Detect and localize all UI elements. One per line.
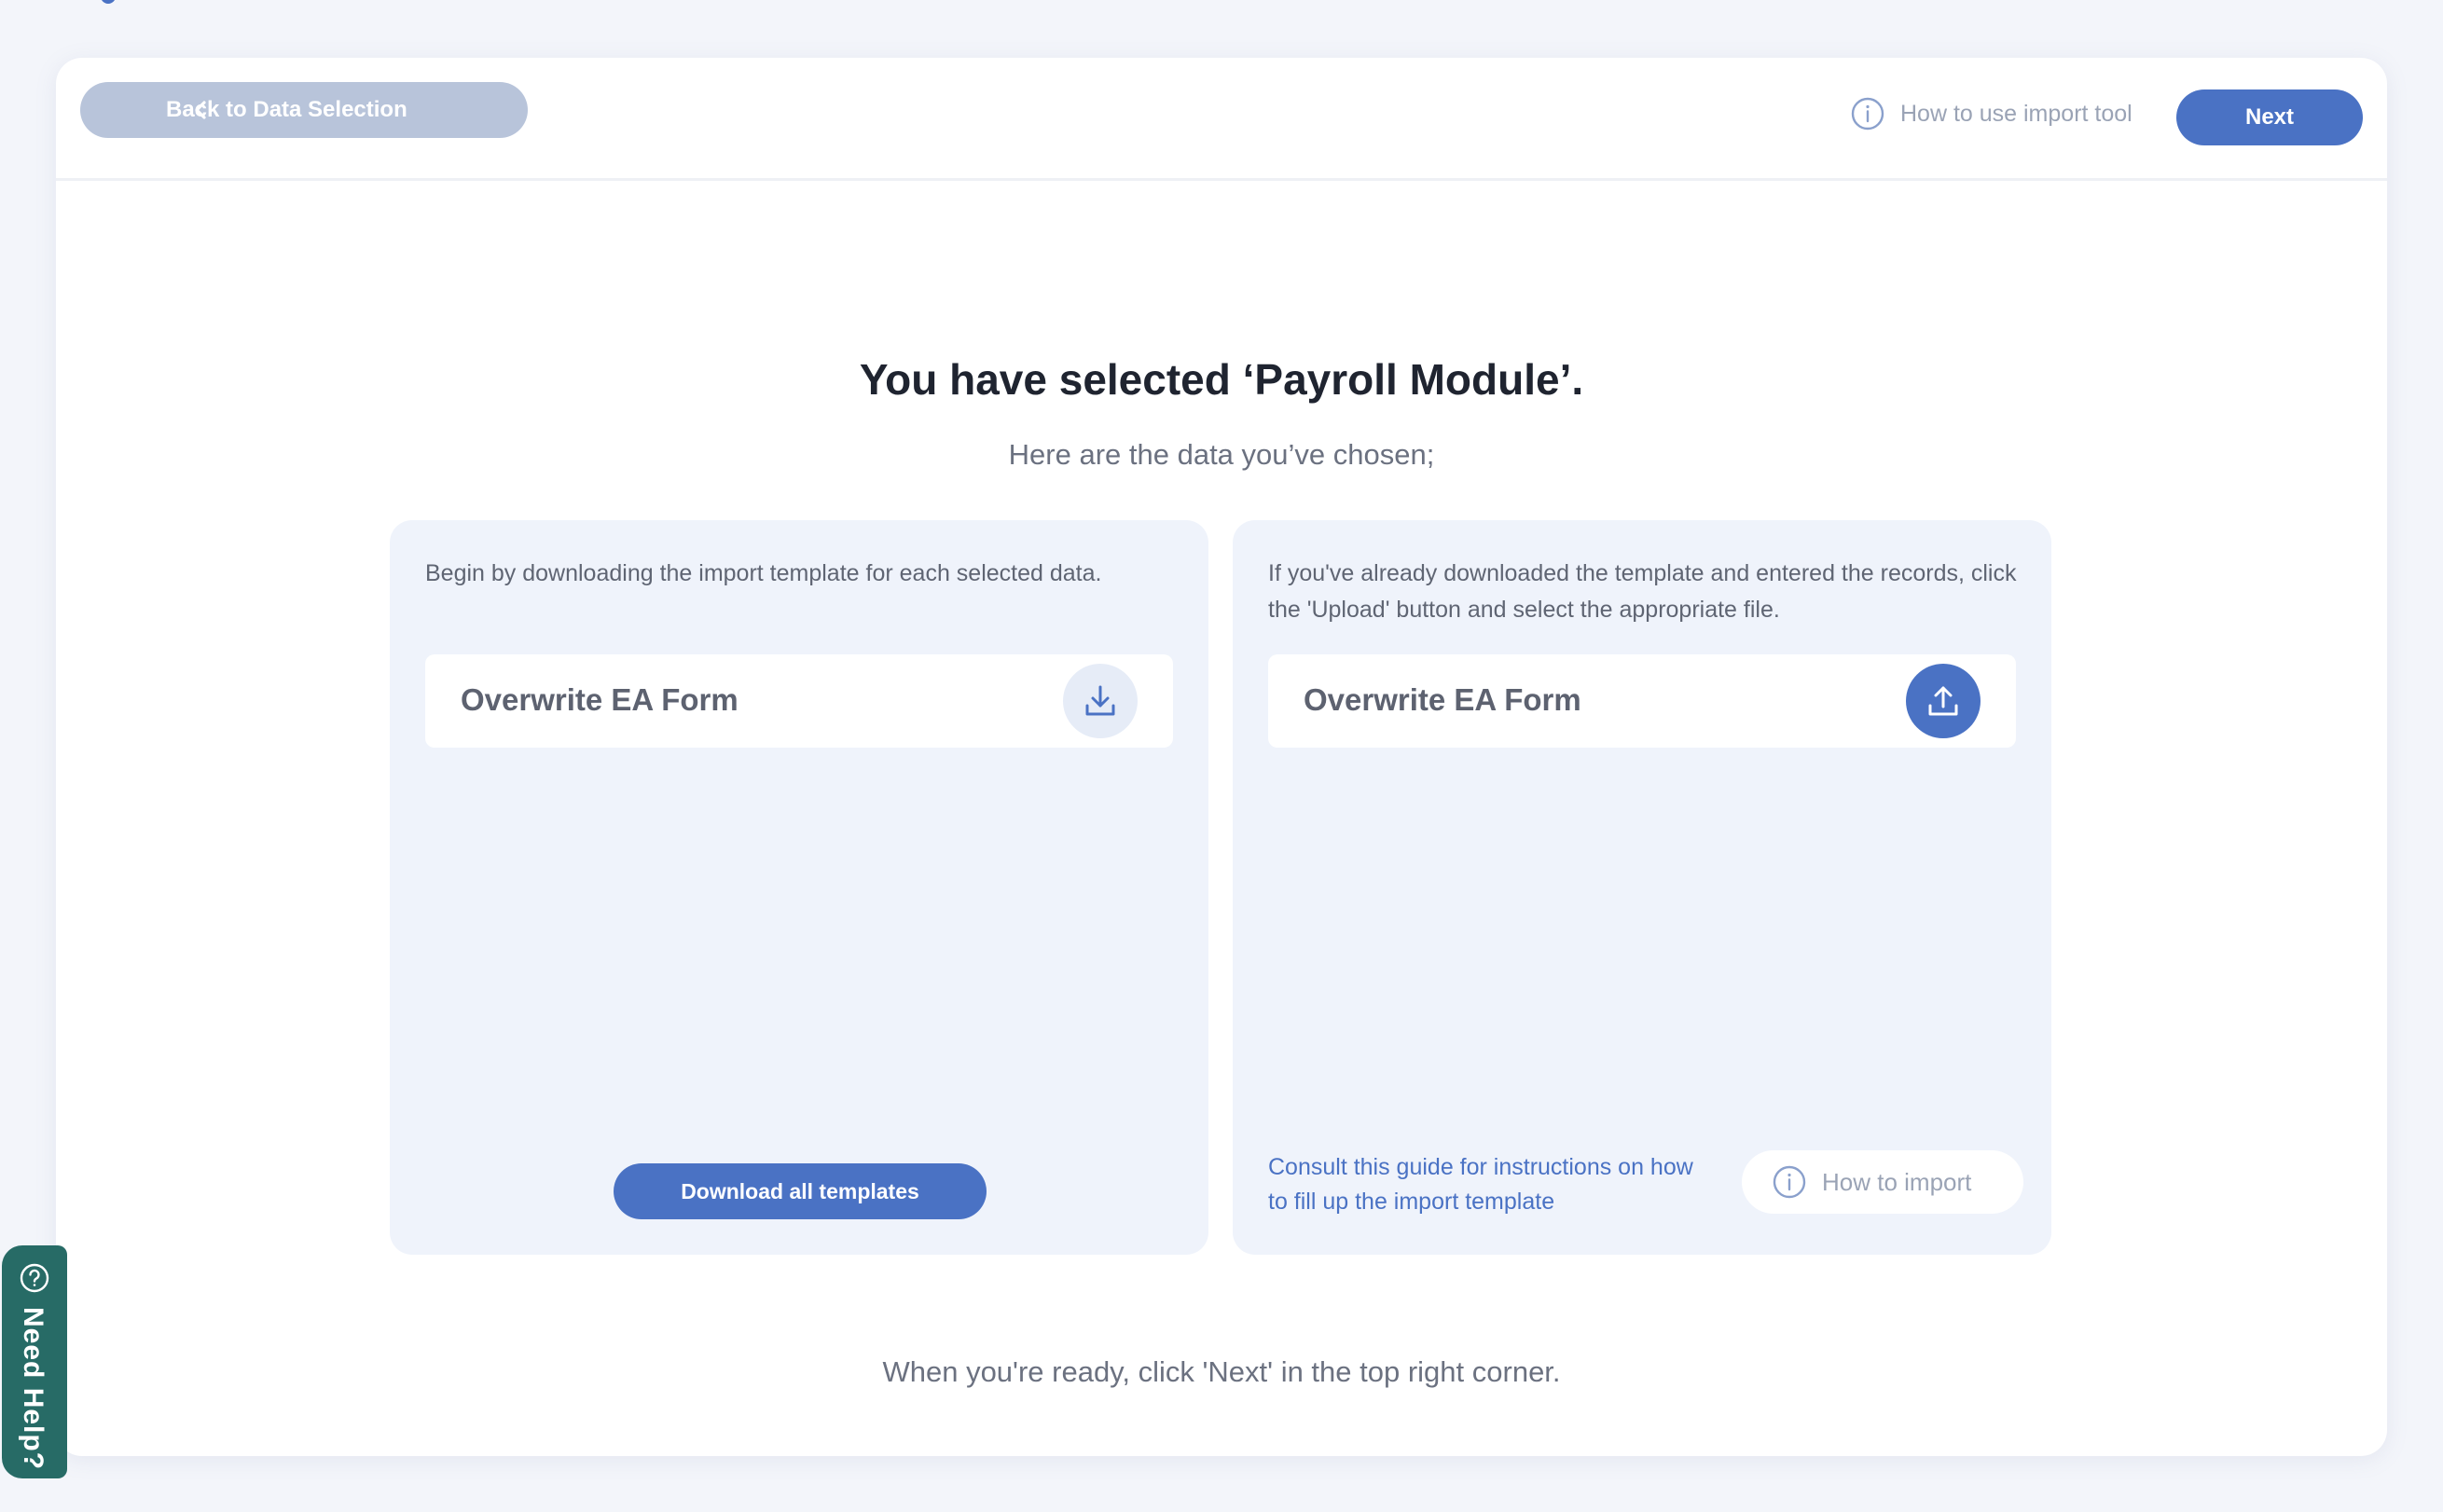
top-strip <box>0 0 2443 56</box>
download-panel-description: Begin by downloading the import template… <box>425 560 1102 586</box>
upload-item-row: Overwrite EA Form <box>1268 654 2016 748</box>
need-help-tab[interactable]: Need Help? <box>2 1245 67 1478</box>
page-subtitle: Here are the data you’ve chosen; <box>1008 438 1435 471</box>
info-icon <box>1851 97 1884 131</box>
chevron-left-icon <box>195 101 206 119</box>
download-item-row: Overwrite EA Form <box>425 654 1173 748</box>
import-guide-link[interactable]: Consult this guide for instructions on h… <box>1268 1150 1706 1219</box>
toolbar: Back to Data Selection How to use import… <box>56 58 2387 181</box>
question-icon <box>20 1263 49 1293</box>
next-button[interactable]: Next <box>2176 89 2363 145</box>
back-to-data-selection-button[interactable]: Back to Data Selection <box>80 82 528 138</box>
import-card: Back to Data Selection How to use import… <box>56 58 2387 1456</box>
download-item-label: Overwrite EA Form <box>461 682 738 717</box>
upload-icon <box>1928 686 1958 716</box>
page-title: You have selected ‘Payroll Module’. <box>859 355 1584 404</box>
how-to-use-import-tool-link[interactable]: How to use import tool <box>1850 91 2132 136</box>
download-template-button[interactable] <box>1063 664 1138 738</box>
upload-item-label: Overwrite EA Form <box>1304 682 1581 717</box>
top-edge-fragment <box>101 0 116 4</box>
upload-panel: If you've already downloaded the templat… <box>1233 520 2051 1255</box>
download-panel: Begin by downloading the import template… <box>390 520 1208 1255</box>
how-to-import-button[interactable]: How to import <box>1742 1150 2023 1214</box>
help-link-label: How to use import tool <box>1900 100 2132 127</box>
download-icon <box>1085 685 1115 716</box>
footer-instruction: When you're ready, click 'Next' in the t… <box>882 1355 1561 1388</box>
how-to-import-label: How to import <box>1822 1167 1972 1196</box>
info-icon <box>1773 1165 1806 1199</box>
need-help-label: Need Help? <box>18 1307 48 1471</box>
download-all-templates-button[interactable]: Download all templates <box>614 1163 987 1219</box>
upload-panel-description: If you've already downloaded the templat… <box>1268 560 2017 623</box>
upload-file-button[interactable] <box>1906 664 1981 738</box>
